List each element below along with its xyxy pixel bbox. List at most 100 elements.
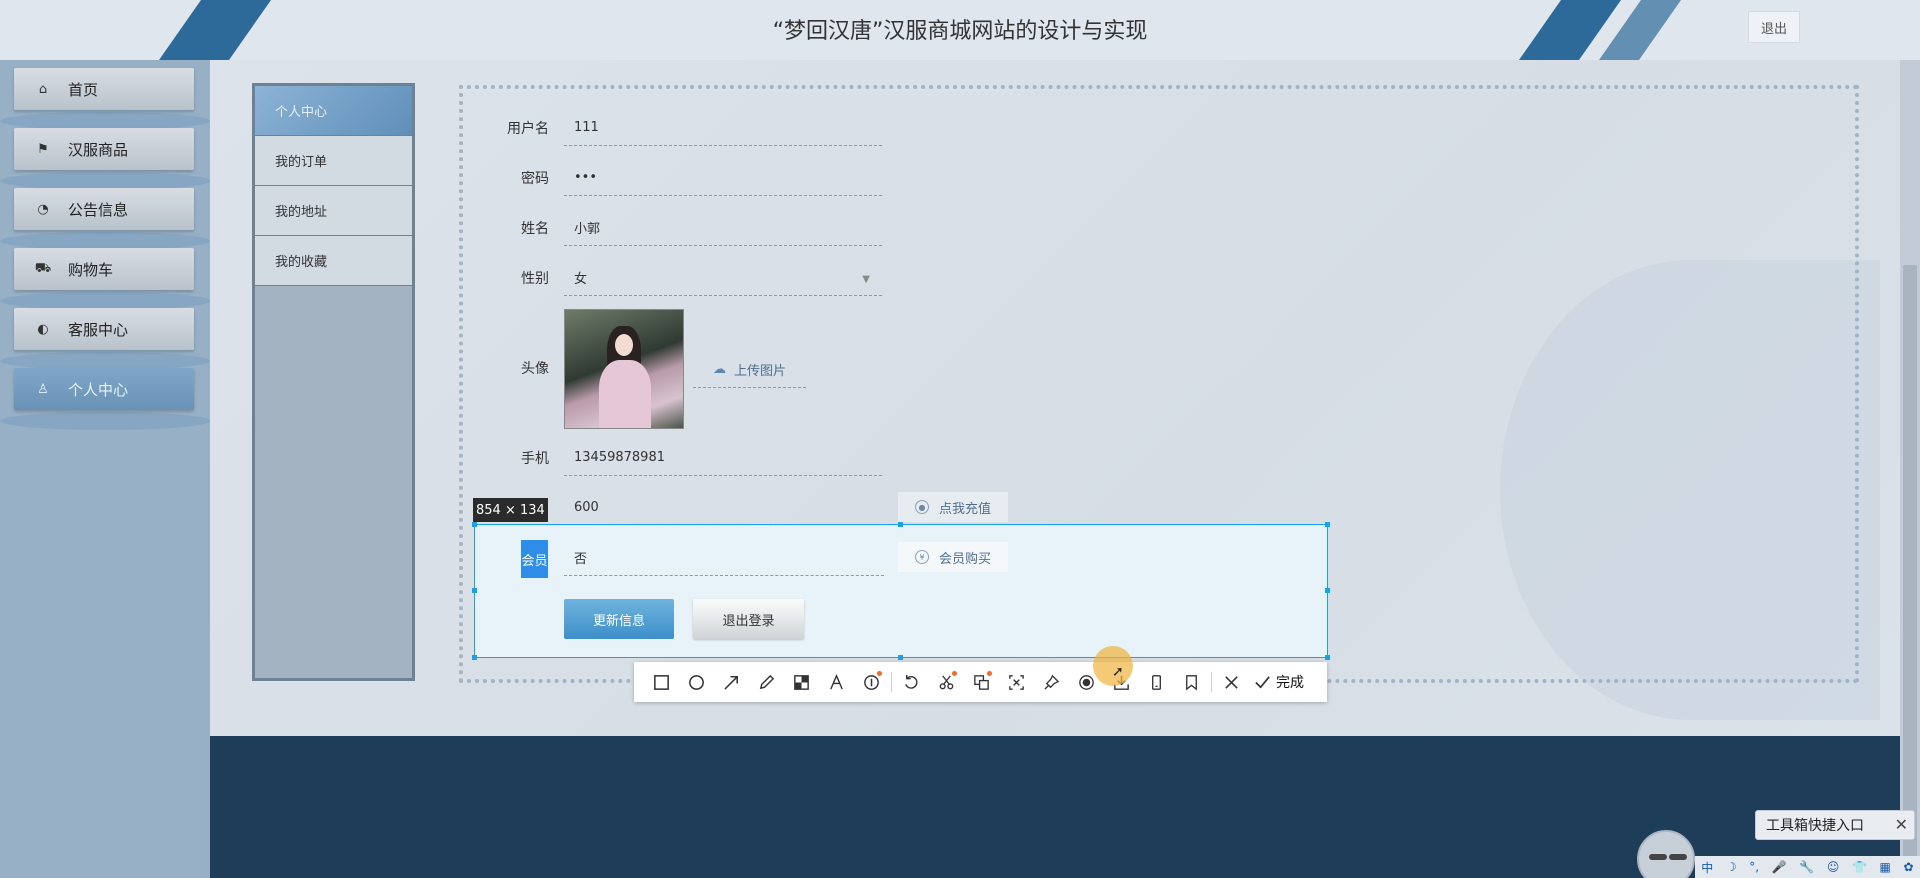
password-label: 密码	[521, 171, 549, 187]
skin-icon[interactable]: 👕	[1852, 860, 1867, 874]
punctuation-icon[interactable]: °,	[1749, 860, 1759, 874]
upload-image-button[interactable]: ☁ 上传图片	[693, 352, 806, 388]
flower-icon[interactable]: ✿	[1904, 860, 1914, 874]
ocr-icon[interactable]	[999, 662, 1034, 702]
grid-icon[interactable]: ▦	[1880, 860, 1891, 874]
left-nav	[0, 60, 210, 878]
password-field[interactable]: •••	[564, 160, 882, 196]
page-scrollbar-thumb[interactable]	[1903, 265, 1917, 878]
selection-size-label: 854 × 134	[473, 498, 548, 522]
nav-item-products[interactable]: ⚑ 汉服商品	[14, 128, 194, 170]
undo-icon[interactable]	[894, 662, 929, 702]
recharge-button[interactable]: ● 点我充值	[898, 492, 1008, 522]
selection-handle[interactable]	[472, 522, 477, 527]
cursor-icon: ➚	[1112, 664, 1124, 680]
user-menu-addresses[interactable]: 我的地址	[255, 186, 412, 236]
text-icon[interactable]	[819, 662, 854, 702]
user-menu-profile[interactable]: 个人中心	[255, 86, 412, 136]
cart-icon: ⛟	[34, 260, 52, 276]
avatar-label: 头像	[521, 361, 549, 377]
phone-label: 手机	[521, 451, 549, 467]
name-label: 姓名	[521, 221, 549, 237]
coin-icon: ●	[914, 500, 929, 514]
nav-item-service[interactable]: ◐ 客服中心	[14, 308, 194, 350]
buy-membership-button[interactable]: ¥ 会员购买	[898, 542, 1008, 572]
done-button[interactable]: 完成	[1253, 672, 1304, 692]
selection-handle[interactable]	[898, 522, 903, 527]
wrench-icon[interactable]: 🔧	[1799, 860, 1814, 874]
crop-icon[interactable]	[929, 662, 964, 702]
number-icon[interactable]	[854, 662, 889, 702]
gauge-icon: ◔	[37, 201, 49, 217]
cloud-upload-icon: ☁	[712, 362, 726, 377]
check-icon	[1255, 675, 1270, 689]
nav-item-announcements[interactable]: ◔ 公告信息	[14, 188, 194, 230]
name-field[interactable]: 小郭	[564, 210, 882, 246]
update-info-button[interactable]: 更新信息	[564, 599, 674, 639]
recharge-label: 点我充值	[938, 501, 991, 517]
site-title: “梦回汉唐”汉服商城网站的设计与实现	[772, 19, 1148, 44]
moon-icon[interactable]: ☽	[1726, 860, 1737, 874]
new-badge	[877, 671, 882, 676]
close-icon[interactable]	[1214, 662, 1249, 702]
nav-label: 购物车	[68, 260, 114, 279]
capture-toolbar: 完成	[634, 662, 1327, 702]
name-row: 姓名 小郭	[470, 204, 890, 252]
gender-label: 性别	[521, 271, 549, 287]
nav-label: 个人中心	[68, 380, 129, 399]
nav-wave-decor	[0, 412, 210, 430]
member-field[interactable]: 否	[564, 540, 884, 576]
gender-select[interactable]: 女 ▼	[564, 260, 882, 296]
chevron-down-icon: ▼	[862, 274, 870, 285]
pen-icon[interactable]	[749, 662, 784, 702]
phone-row: 手机 13459878981	[470, 434, 890, 482]
toolbox-label: 工具箱快捷入口	[1766, 818, 1864, 834]
user-icon: ♙	[37, 381, 49, 397]
mosaic-icon[interactable]	[784, 662, 819, 702]
phone-field[interactable]: 13459878981	[564, 440, 882, 476]
avatar-image	[564, 309, 684, 429]
user-menu-orders[interactable]: 我的订单	[255, 136, 412, 186]
selection-handle[interactable]	[1325, 522, 1330, 527]
phone-icon[interactable]	[1139, 662, 1174, 702]
selection-handle[interactable]	[472, 655, 477, 660]
user-menu-favorites[interactable]: 我的收藏	[255, 236, 412, 286]
done-label: 完成	[1276, 675, 1304, 691]
gender-value: 女	[574, 272, 588, 287]
translate-icon[interactable]	[964, 662, 999, 702]
ime-chinese-toggle[interactable]: 中	[1701, 859, 1713, 876]
selection-handle[interactable]	[898, 655, 903, 660]
logout-button[interactable]: 退出	[1748, 11, 1800, 43]
nav-label: 汉服商品	[68, 140, 129, 159]
bookmark-icon[interactable]	[1174, 662, 1209, 702]
avatar-eye	[1669, 854, 1687, 860]
toolbox-shortcut[interactable]: 工具箱快捷入口 ✕	[1755, 810, 1915, 840]
sign-out-button[interactable]: 退出登录	[693, 599, 804, 639]
chat-icon: ◐	[37, 321, 49, 337]
avatar-dress	[599, 360, 651, 428]
selection-handle[interactable]	[1325, 655, 1330, 660]
new-badge	[987, 671, 992, 676]
close-icon[interactable]: ✕	[1895, 815, 1908, 834]
selection-handle[interactable]	[472, 588, 477, 593]
pin-icon[interactable]	[1034, 662, 1069, 702]
balance-field[interactable]: 600	[564, 490, 882, 526]
rect-icon[interactable]	[644, 662, 679, 702]
arrow-icon[interactable]	[714, 662, 749, 702]
nav-label: 首页	[68, 80, 99, 99]
home-icon: ⌂	[38, 81, 48, 97]
selection-handle[interactable]	[1325, 588, 1330, 593]
mic-icon[interactable]: 🎤	[1772, 860, 1787, 874]
username-field[interactable]: 111	[564, 110, 882, 146]
toolbar-divider	[1211, 672, 1212, 692]
new-badge	[952, 671, 957, 676]
ellipse-icon[interactable]	[679, 662, 714, 702]
avatar-face	[615, 334, 633, 356]
emoji-icon[interactable]: ☺	[1827, 860, 1840, 874]
coin-icon: ¥	[914, 550, 929, 564]
buy-membership-label: 会员购买	[938, 551, 991, 567]
nav-item-cart[interactable]: ⛟ 购物车	[14, 248, 194, 290]
nav-item-home[interactable]: ⌂ 首页	[14, 68, 194, 110]
member-label: 会员	[521, 540, 548, 578]
nav-item-user-center[interactable]: ♙ 个人中心	[14, 368, 194, 410]
